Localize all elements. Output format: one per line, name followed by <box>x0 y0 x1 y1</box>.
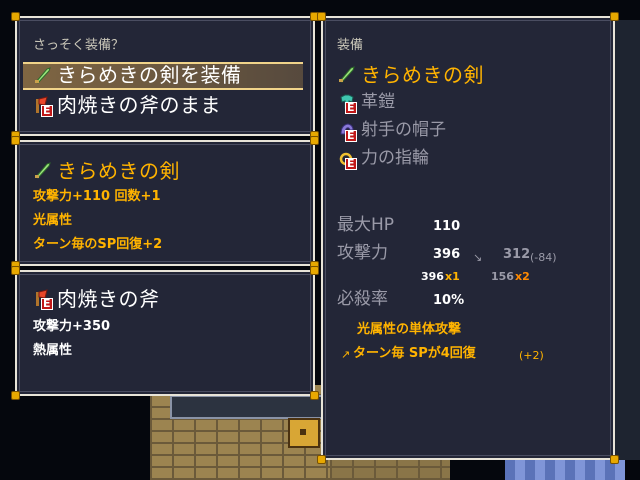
equipment-header: 装備 <box>337 38 364 53</box>
equip-option-keep[interactable]: E 肉焼きの斧のまま <box>27 92 303 118</box>
attack-diff: (-84) <box>530 251 557 264</box>
corner-ornament <box>610 455 619 464</box>
equip-option-new-label: きらめきの剣を装備 <box>57 63 242 87</box>
equipped-badge-icon: E <box>345 157 357 170</box>
current-item-stat-2: 熱属性 <box>33 343 73 358</box>
equipped-badge-icon: E <box>345 129 357 142</box>
corner-ornament <box>610 12 619 21</box>
equip-prompt-window: さっそく装備？ きらめきの剣を装備 E 肉焼きの斧のまま <box>11 12 319 140</box>
corner-ornament <box>11 266 20 275</box>
effect-sp-regen: ターン毎 SPが4回復 <box>353 346 476 361</box>
effect-element-attack: 光属性の単体攻撃 <box>357 322 462 337</box>
current-item-window: E 肉焼きの斧 攻撃力+350 熱属性 <box>11 266 319 400</box>
equipped-badge-icon: E <box>41 297 53 310</box>
corner-ornament <box>11 136 20 145</box>
corner-ornament <box>317 455 326 464</box>
attack-old-detail-mult: x1 <box>445 270 460 283</box>
current-item-stat-1: 攻撃力+350 <box>33 319 111 334</box>
new-item-window: きらめきの剣 攻撃力+110 回数+1 光属性 ターン毎のSP回復+2 <box>11 136 319 270</box>
equipment-slot-head: 射手の帽子 <box>361 120 446 140</box>
current-item-name: 肉焼きの斧 <box>57 287 160 311</box>
new-item-stat-1: 攻撃力+110 回数+1 <box>33 189 161 204</box>
attack-label: 攻撃力 <box>337 243 388 263</box>
max-hp-label: 最大HP <box>337 215 395 235</box>
equipment-slot-weapon: きらめきの剣 <box>361 63 484 87</box>
crit-value: 10% <box>433 293 465 308</box>
effect-sp-regen-diff: (+2) <box>519 349 544 362</box>
equipped-badge-icon: E <box>345 101 357 114</box>
equipped-badge-icon: E <box>41 104 53 117</box>
max-hp-value: 110 <box>433 219 461 234</box>
new-item-stat-2: 光属性 <box>33 213 73 228</box>
attack-new-detail-value: 156 <box>491 270 514 283</box>
corner-ornament <box>317 12 326 21</box>
corner-ornament <box>11 391 20 400</box>
new-item-stat-3: ターン毎のSP回復+2 <box>33 237 163 252</box>
crit-label: 必殺率 <box>337 289 388 309</box>
equipment-slot-accessory: 力の指輪 <box>361 148 429 168</box>
corner-ornament <box>11 12 20 21</box>
sword-icon <box>35 67 51 84</box>
sword-icon <box>339 66 355 83</box>
effect-up-arrow-icon: ↗ <box>341 348 351 361</box>
attack-old-detail-value: 396 <box>421 270 444 283</box>
equip-option-keep-label: 肉焼きの斧のまま <box>57 93 221 117</box>
attack-new-detail-mult: x2 <box>515 270 530 283</box>
status-window: 装備 きらめきの剣 E 革鎧 E 射手の帽子 E 力の指輪 最大HP 110 攻… <box>317 12 619 464</box>
attack-down-arrow-icon: ↘ <box>473 251 483 264</box>
equipment-slot-armor: 革鎧 <box>361 92 395 112</box>
attack-old-value: 396 <box>433 247 461 262</box>
treasure-chest <box>288 418 320 448</box>
corner-ornament <box>310 136 319 145</box>
sword-icon <box>35 162 51 179</box>
attack-new-value: 312 <box>503 247 531 262</box>
corner-ornament <box>310 266 319 275</box>
equip-prompt-text: さっそく装備？ <box>33 38 125 53</box>
stone-wall <box>170 395 324 419</box>
new-item-name: きらめきの剣 <box>57 159 180 183</box>
corner-ornament <box>310 391 319 400</box>
equip-option-new[interactable]: きらめきの剣を装備 <box>27 62 303 88</box>
